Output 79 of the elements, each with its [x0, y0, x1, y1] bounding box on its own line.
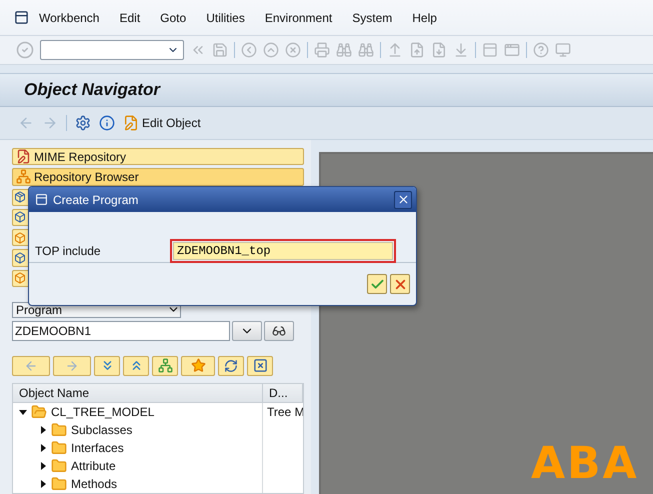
binoculars-icon[interactable]: [358, 42, 374, 58]
previous-page-icon[interactable]: [409, 42, 425, 58]
favorites-button[interactable]: [181, 356, 215, 376]
expand-all-button[interactable]: [94, 356, 120, 376]
folder-icon: [51, 458, 67, 474]
check-icon[interactable]: [16, 41, 34, 59]
box-icon: [14, 272, 26, 284]
edit-icon: [123, 115, 139, 131]
menu-item[interactable]: System: [342, 10, 402, 24]
collapse-arrow-icon[interactable]: [19, 408, 27, 416]
close-icon: [252, 358, 268, 374]
tree-item[interactable]: Interfaces: [71, 440, 124, 455]
top-include-field[interactable]: ZDEMOOBN1_top: [173, 242, 393, 260]
field-label: TOP include: [35, 244, 102, 258]
column-header[interactable]: D...: [263, 384, 303, 402]
expand-arrow-icon[interactable]: [39, 426, 47, 434]
display-button[interactable]: [264, 320, 294, 341]
menu-item[interactable]: Workbench: [29, 10, 110, 24]
box-icon: [14, 211, 26, 224]
box-icon: [14, 252, 26, 264]
monitor-icon[interactable]: [555, 42, 571, 58]
cancel-icon[interactable]: [285, 42, 301, 58]
logo-text: ABA: [531, 438, 639, 489]
tree-item[interactable]: Methods: [71, 476, 118, 491]
confirm-button[interactable]: [367, 274, 387, 294]
menu-item[interactable]: Help: [402, 10, 447, 24]
column-header[interactable]: Object Name: [13, 384, 263, 402]
window-icon[interactable]: [482, 42, 498, 58]
menu-item[interactable]: Goto: [150, 10, 196, 24]
collapse-all-button[interactable]: [123, 356, 149, 376]
right-arrow-icon: [65, 358, 79, 373]
navigation-button[interactable]: Repository Browser: [12, 168, 304, 186]
navigation-button[interactable]: MIME Repository: [12, 148, 304, 166]
help-icon[interactable]: [533, 42, 549, 58]
binoculars-icon[interactable]: [336, 42, 352, 58]
box-icon: [14, 232, 26, 244]
command-field[interactable]: [40, 40, 184, 60]
hierarchy-icon: [158, 358, 172, 374]
menu-item[interactable]: Edit: [109, 10, 150, 24]
hierarchy-button[interactable]: [152, 356, 178, 376]
glasses-icon: [272, 324, 286, 338]
tree-item[interactable]: Attribute: [71, 458, 116, 473]
close-button[interactable]: [394, 190, 412, 208]
expand-arrow-icon[interactable]: [39, 480, 47, 488]
left-arrow-icon: [24, 358, 38, 373]
forward-button[interactable]: [53, 356, 91, 376]
pencil-icon: [16, 149, 31, 164]
next-page-icon[interactable]: [431, 42, 447, 58]
menu-item[interactable]: Environment: [254, 10, 342, 24]
window-icon[interactable]: [504, 42, 520, 58]
expand-arrow-icon[interactable]: [39, 444, 47, 452]
info-icon[interactable]: [99, 115, 115, 131]
tree-item[interactable]: CL_TREE_MODEL: [51, 404, 154, 419]
close-icon: [396, 193, 410, 206]
cancel-button[interactable]: [390, 274, 410, 294]
package-icon: [14, 191, 26, 204]
screen-title: Object Navigator: [24, 80, 160, 100]
back-button[interactable]: [12, 356, 50, 376]
window-icon: [35, 193, 48, 206]
menu-item[interactable]: Utilities: [196, 10, 255, 24]
refresh-button[interactable]: [218, 356, 244, 376]
dialog-title: Create Program: [53, 192, 140, 206]
object-name-field[interactable]: ZDEMOOBN1: [12, 320, 230, 341]
edit-object-button[interactable]: Edit Object: [123, 115, 201, 131]
up-icon[interactable]: [263, 42, 279, 58]
tree-item[interactable]: Subclasses: [71, 422, 132, 437]
star-icon: [190, 358, 206, 374]
hierarchy-icon: [16, 169, 31, 184]
folder-icon: [31, 404, 47, 420]
folder-icon: [51, 476, 67, 492]
print-icon[interactable]: [314, 42, 330, 58]
folder-icon: [51, 440, 67, 456]
dropdown-button[interactable]: [232, 320, 262, 341]
expand-arrow-icon[interactable]: [39, 462, 47, 470]
folder-icon: [51, 422, 67, 438]
refresh-icon: [224, 358, 238, 373]
save-icon[interactable]: [212, 42, 228, 58]
back-icon[interactable]: [241, 42, 257, 58]
close-button[interactable]: [247, 356, 273, 376]
